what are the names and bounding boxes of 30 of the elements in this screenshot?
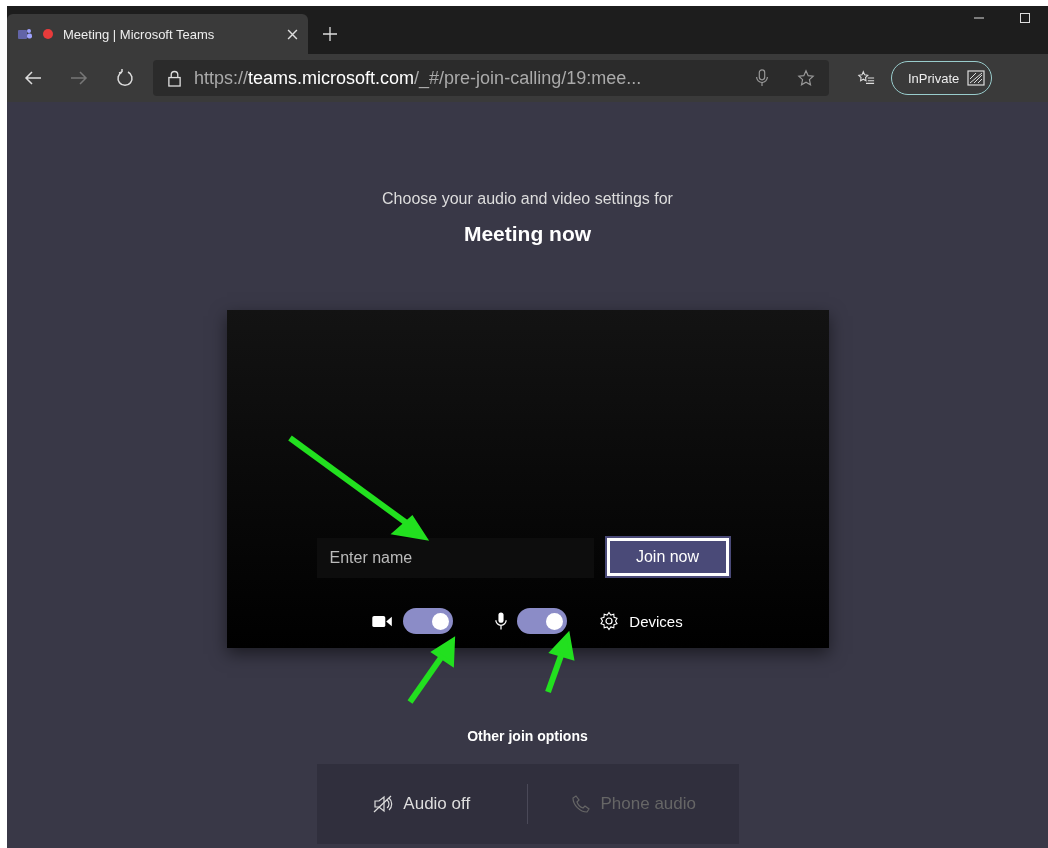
star-icon[interactable] xyxy=(797,69,815,87)
settings-heading: Choose your audio and video settings for xyxy=(382,190,673,208)
new-tab-icon[interactable] xyxy=(322,26,338,42)
teams-logo-icon xyxy=(17,26,33,42)
camera-toggle[interactable] xyxy=(403,608,454,634)
other-options-heading: Other join options xyxy=(467,728,588,744)
settings-icon xyxy=(599,611,620,631)
camera-icon xyxy=(372,614,394,628)
address-bar[interactable]: https://teams.microsoft.com/_#/pre-join-calling/19:mee... xyxy=(153,60,829,96)
speaker-off-icon xyxy=(373,795,394,813)
arrow xyxy=(407,636,456,704)
browser-tab[interactable]: Meeting | Microsoft Teams xyxy=(7,14,308,54)
inprivate-icon xyxy=(967,70,986,86)
lock-icon xyxy=(167,69,182,87)
microphone-icon[interactable] xyxy=(753,69,771,87)
microphone-toggle[interactable] xyxy=(517,608,568,634)
close-icon[interactable] xyxy=(287,28,298,40)
url-text: https://teams.microsoft.com/_#/pre-join-calling/19:mee... xyxy=(194,67,643,89)
phone-icon xyxy=(570,795,591,813)
arrow xyxy=(545,630,575,693)
devices-button[interactable]: Devices xyxy=(599,611,683,631)
microphone-icon xyxy=(495,611,508,631)
favorites-icon[interactable] xyxy=(857,69,875,87)
audio-off-button[interactable]: Audio off xyxy=(316,784,527,824)
join-now-button[interactable]: Join now xyxy=(606,538,729,576)
tab-title: Meeting | Microsoft Teams xyxy=(63,26,216,42)
meeting-title: Meeting now xyxy=(463,222,592,246)
maximize-icon[interactable] xyxy=(1019,12,1031,24)
refresh-icon[interactable] xyxy=(115,68,135,88)
name-field[interactable]: Enter name xyxy=(316,538,594,578)
